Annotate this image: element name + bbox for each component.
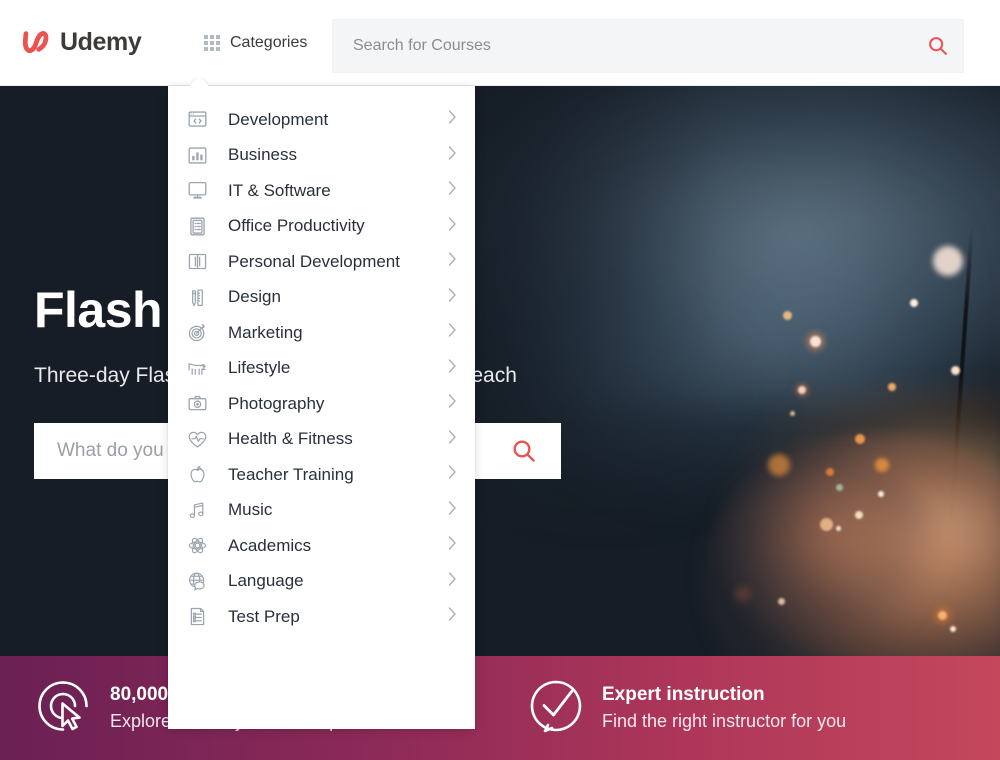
feature-bar: 80,000 online courses Explore a variety … — [0, 656, 1000, 760]
category-item-development[interactable]: Development — [168, 102, 475, 138]
chevron-right-icon — [448, 181, 457, 200]
chevron-right-icon — [448, 465, 457, 484]
category-item-office-productivity[interactable]: Office Productivity — [168, 209, 475, 245]
pen-ruler-icon — [184, 287, 210, 308]
check-circle-icon — [528, 678, 584, 739]
udemy-wordmark: Udemy — [60, 28, 142, 56]
music-note-icon — [184, 500, 210, 521]
category-item-it-software[interactable]: IT & Software — [168, 173, 475, 209]
grid-icon — [204, 34, 220, 51]
udemy-homepage: Flash Sale Three-day Flash Sale. Top cou… — [0, 0, 1000, 760]
target-dart-icon — [184, 322, 210, 343]
chevron-right-icon — [448, 146, 457, 165]
category-item-teacher-training[interactable]: Teacher Training — [168, 457, 475, 493]
category-item-lifestyle[interactable]: Lifestyle — [168, 351, 475, 387]
chevron-right-icon — [448, 394, 457, 413]
category-item-personal-development[interactable]: Personal Development — [168, 244, 475, 280]
chevron-right-icon — [448, 501, 457, 520]
globe-speech-icon — [184, 571, 210, 592]
camera-icon — [184, 393, 210, 414]
chevron-right-icon — [448, 572, 457, 591]
chevron-right-icon — [448, 536, 457, 555]
category-label: IT & Software — [228, 180, 331, 200]
category-label: Office Productivity — [228, 216, 365, 236]
feature-instruction-title: Expert instruction — [602, 683, 765, 705]
category-label: Lifestyle — [228, 358, 291, 378]
dropdown-arrow — [190, 77, 208, 86]
search-input[interactable] — [333, 37, 913, 55]
header-search-box[interactable] — [332, 19, 964, 73]
udemy-logo[interactable]: Udemy — [20, 26, 170, 60]
feature-instruction-desc: Find the right instructor for you — [602, 710, 847, 731]
site-header: Udemy Categories — [0, 0, 1000, 86]
category-item-design[interactable]: Design — [168, 280, 475, 316]
chevron-right-icon — [448, 323, 457, 342]
search-icon — [929, 37, 947, 55]
monitor-icon — [184, 180, 210, 201]
category-item-health-fitness[interactable]: Health & Fitness — [168, 422, 475, 458]
category-label: Teacher Training — [228, 464, 354, 484]
apple-icon — [184, 464, 210, 485]
category-item-language[interactable]: Language — [168, 564, 475, 600]
dog-icon — [184, 358, 210, 379]
category-label: Language — [228, 571, 304, 591]
hero-banner: Flash Sale Three-day Flash Sale. Top cou… — [0, 86, 1000, 656]
category-item-academics[interactable]: Academics — [168, 528, 475, 564]
clipboard-icon — [184, 216, 210, 237]
code-window-icon — [184, 109, 210, 130]
category-item-business[interactable]: Business — [168, 138, 475, 174]
category-label: Test Prep — [228, 606, 300, 626]
chevron-right-icon — [448, 217, 457, 236]
category-item-photography[interactable]: Photography — [168, 386, 475, 422]
categories-dropdown[interactable]: Development Business IT & Software Offic… — [168, 86, 475, 729]
category-item-test-prep[interactable]: Test Prep — [168, 599, 475, 635]
chevron-right-icon — [448, 110, 457, 129]
chevron-right-icon — [448, 252, 457, 271]
category-item-music[interactable]: Music — [168, 493, 475, 529]
chevron-right-icon — [448, 607, 457, 626]
cursor-target-icon — [34, 677, 92, 740]
heart-pulse-icon — [184, 429, 210, 450]
categories-button[interactable]: Categories — [200, 28, 311, 58]
category-label: Photography — [228, 393, 325, 413]
feature-instruction: Expert instruction Find the right instru… — [528, 678, 846, 739]
chevron-right-icon — [448, 288, 457, 307]
udemy-u-logo — [22, 30, 49, 53]
category-label: Personal Development — [228, 251, 400, 271]
category-label: Music — [228, 500, 273, 520]
open-book-icon — [184, 251, 210, 272]
atom-icon — [184, 535, 210, 556]
chevron-right-icon — [448, 430, 457, 449]
hero-search-button[interactable] — [487, 423, 561, 479]
category-item-marketing[interactable]: Marketing — [168, 315, 475, 351]
search-icon — [513, 440, 535, 462]
category-label: Marketing — [228, 322, 303, 342]
search-submit-button[interactable] — [913, 20, 963, 72]
category-label: Academics — [228, 535, 312, 555]
test-sheet-icon — [184, 606, 210, 627]
category-label: Development — [228, 109, 329, 129]
bar-chart-icon — [184, 145, 210, 166]
categories-label: Categories — [230, 33, 308, 51]
chevron-right-icon — [448, 359, 457, 378]
category-label: Business — [228, 145, 297, 165]
category-label: Design — [228, 287, 281, 307]
category-label: Health & Fitness — [228, 429, 353, 449]
